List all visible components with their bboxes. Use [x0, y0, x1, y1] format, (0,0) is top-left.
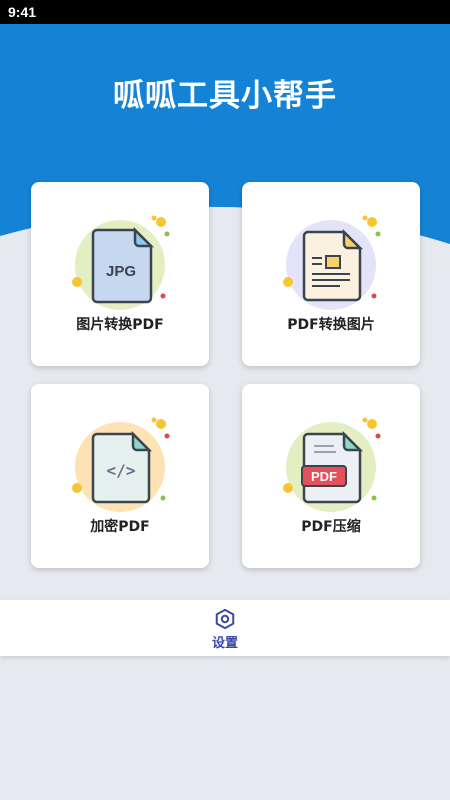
hexagon-gear-icon: [215, 608, 235, 630]
settings-button[interactable]: 设置: [195, 604, 255, 654]
pdf-badge-text: PDF: [311, 469, 337, 484]
status-time: 9:41: [8, 4, 37, 20]
bottom-nav-bar: 设置: [0, 600, 450, 656]
card-label-jpg-to-pdf: 图片转换PDF: [76, 317, 164, 333]
card-label-compress-pdf: PDF压缩: [301, 519, 361, 535]
encrypt-pdf-icon: </>: [72, 417, 170, 512]
card-label-encrypt-pdf: 加密PDF: [90, 519, 150, 535]
jpg-to-pdf-icon: JPG: [72, 215, 170, 310]
compress-pdf-card[interactable]: PDF PDF压缩: [242, 384, 420, 568]
code-badge-text: </>: [107, 461, 136, 480]
compress-pdf-icon: PDF: [283, 417, 381, 512]
pdf-to-image-card[interactable]: PDF转换图片: [242, 182, 420, 366]
app-title: 呱呱工具小帮手: [113, 78, 337, 114]
jpg-badge-text: JPG: [106, 263, 136, 280]
pdf-to-image-icon: [283, 215, 381, 310]
status-bar: 9:41: [0, 0, 450, 24]
jpg-to-pdf-card[interactable]: JPG 图片转换PDF: [31, 182, 209, 366]
encrypt-pdf-card[interactable]: </> 加密PDF: [31, 384, 209, 568]
settings-label: 设置: [211, 636, 238, 651]
card-label-pdf-to-image: PDF转换图片: [287, 317, 375, 333]
